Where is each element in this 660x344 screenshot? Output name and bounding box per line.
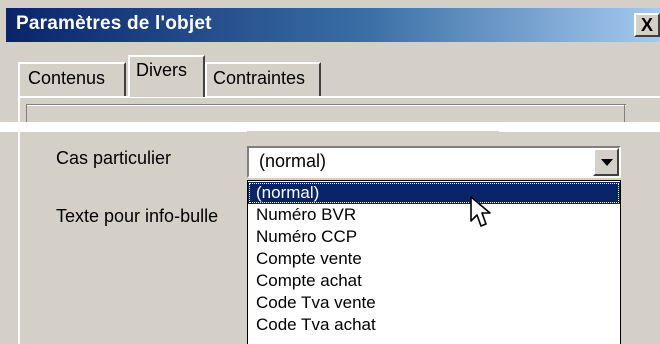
tooltip-text-label: Texte pour info-bulle xyxy=(56,206,219,226)
dropdown-option[interactable]: Code Tva achat xyxy=(248,314,620,336)
tab-contraintes[interactable]: Contraintes xyxy=(205,62,321,96)
mouse-pointer-icon xyxy=(470,196,491,227)
dropdown-option[interactable]: Compte achat xyxy=(248,270,620,292)
tab-contenus[interactable]: Contenus xyxy=(18,62,126,96)
dropdown-toggle-button[interactable] xyxy=(593,148,619,176)
title-bar[interactable]: Paramètres de l'objet X xyxy=(6,8,660,42)
tab-label: Contenus xyxy=(28,68,106,88)
close-button[interactable]: X xyxy=(634,13,660,37)
dropdown-option[interactable]: Code Tva vente xyxy=(248,292,620,314)
close-icon: X xyxy=(640,15,653,35)
inner-frame-highlight xyxy=(26,105,626,106)
tab-label: Divers xyxy=(136,60,188,80)
dropdown-option[interactable]: (normal) xyxy=(248,182,620,204)
inner-frame-right-edge xyxy=(624,104,625,122)
special-case-select[interactable]: (normal) xyxy=(247,146,621,178)
dropdown-option[interactable]: Compte vente xyxy=(248,248,620,270)
inner-frame-left-edge xyxy=(26,104,27,122)
panel-left-border xyxy=(18,132,20,344)
special-case-dropdown-list[interactable]: (normal) Numéro BVR Numéro CCP Compte ve… xyxy=(247,180,621,344)
tab-divers[interactable]: Divers xyxy=(128,55,205,97)
object-parameters-dialog: Paramètres de l'objet X Contenus Divers … xyxy=(0,0,660,344)
special-case-select-value: (normal) xyxy=(259,151,327,171)
tab-label: Contraintes xyxy=(213,68,306,88)
dropdown-option[interactable]: Numéro CCP xyxy=(248,226,620,248)
dropdown-option[interactable]: Numéro BVR xyxy=(248,204,620,226)
hidden-field-edge xyxy=(247,122,499,132)
chevron-down-icon xyxy=(601,159,613,166)
special-case-label: Cas particulier xyxy=(56,148,172,168)
window-title: Paramètres de l'objet xyxy=(16,13,212,34)
